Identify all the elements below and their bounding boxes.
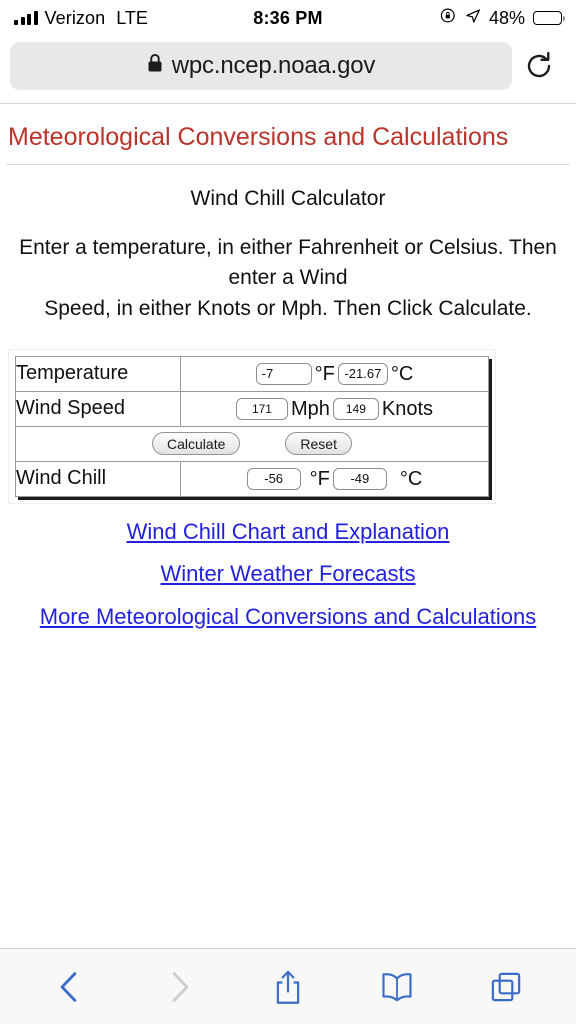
table-row-wind-chill: Wind Chill °F °C xyxy=(15,460,489,497)
header-divider xyxy=(6,164,570,166)
page-title: Meteorological Conversions and Calculati… xyxy=(8,123,509,151)
wind-speed-mph-input[interactable] xyxy=(235,397,288,420)
tabs-icon[interactable] xyxy=(475,959,537,1015)
row-label-wind-speed: Wind Speed xyxy=(15,390,181,427)
wind-chill-calculator-table: Temperature °F °C xyxy=(15,355,489,497)
reset-button[interactable]: Reset xyxy=(285,432,352,456)
table-row-buttons: Calculate Reset xyxy=(15,425,489,462)
unit-label-mph: Mph xyxy=(290,397,330,420)
battery-icon xyxy=(533,11,566,25)
unit-label-knots: Knots xyxy=(381,397,434,420)
location-arrow-icon xyxy=(465,8,481,29)
instructions-line-2: Speed, in either Knots or Mph. Then Clic… xyxy=(44,296,532,320)
table-row-wind-speed: Wind Speed Mph Knots xyxy=(15,390,489,427)
status-bar: Verizon LTE 8:36 PM 48% xyxy=(0,0,576,36)
link-wind-chill-chart[interactable]: Wind Chill Chart and Explanation xyxy=(127,519,450,544)
row-label-wind-chill: Wind Chill xyxy=(15,460,181,497)
instructions-line-1: Enter a temperature, in either Fahrenhei… xyxy=(19,236,557,290)
web-page-content: Meteorological Conversions and Calculati… xyxy=(0,104,576,948)
iphone-safari-screen: Verizon LTE 8:36 PM 48% wpc.ncep.noaa.go… xyxy=(0,0,576,1024)
back-chevron-icon[interactable] xyxy=(39,959,101,1015)
related-links: Wind Chill Chart and Explanation Winter … xyxy=(0,519,576,630)
book-icon[interactable] xyxy=(366,959,428,1015)
rotation-lock-icon xyxy=(440,7,457,29)
temperature-fahrenheit-input[interactable] xyxy=(255,362,312,385)
unit-label-fahrenheit-temperature: °F xyxy=(314,362,335,385)
status-bar-right: 48% xyxy=(440,7,566,29)
browser-bottom-toolbar xyxy=(0,948,576,1024)
share-icon[interactable] xyxy=(257,959,319,1015)
lock-icon xyxy=(147,53,163,78)
browser-url-bar: wpc.ncep.noaa.gov xyxy=(0,36,576,104)
reload-icon[interactable] xyxy=(512,42,566,90)
unit-label-fahrenheit-wind-chill: °F xyxy=(309,467,330,490)
instructions-text: Enter a temperature, in either Fahrenhei… xyxy=(0,233,576,324)
row-label-temperature: Temperature xyxy=(15,355,181,392)
unit-label-celsius-wind-chill: °C xyxy=(399,467,423,490)
battery-percent-label: 48% xyxy=(488,7,525,28)
link-more-conversions[interactable]: More Meteorological Conversions and Calc… xyxy=(40,604,536,629)
url-text: wpc.ncep.noaa.gov xyxy=(171,51,376,79)
url-input[interactable]: wpc.ncep.noaa.gov xyxy=(10,41,512,90)
wind-chill-fahrenheit-input[interactable] xyxy=(246,467,301,490)
unit-label-celsius-temperature: °C xyxy=(390,362,414,385)
temperature-celsius-input[interactable] xyxy=(337,362,388,385)
table-row-temperature: Temperature °F °C xyxy=(15,355,489,392)
calculate-button[interactable]: Calculate xyxy=(152,432,241,456)
calculator-title: Wind Chill Calculator xyxy=(190,187,386,211)
wind-speed-knots-input[interactable] xyxy=(332,397,379,420)
calculator-panel: Temperature °F °C xyxy=(8,348,496,504)
link-winter-weather-forecasts[interactable]: Winter Weather Forecasts xyxy=(160,561,415,586)
forward-chevron-icon xyxy=(148,959,210,1015)
wind-chill-celsius-input[interactable] xyxy=(332,467,387,490)
